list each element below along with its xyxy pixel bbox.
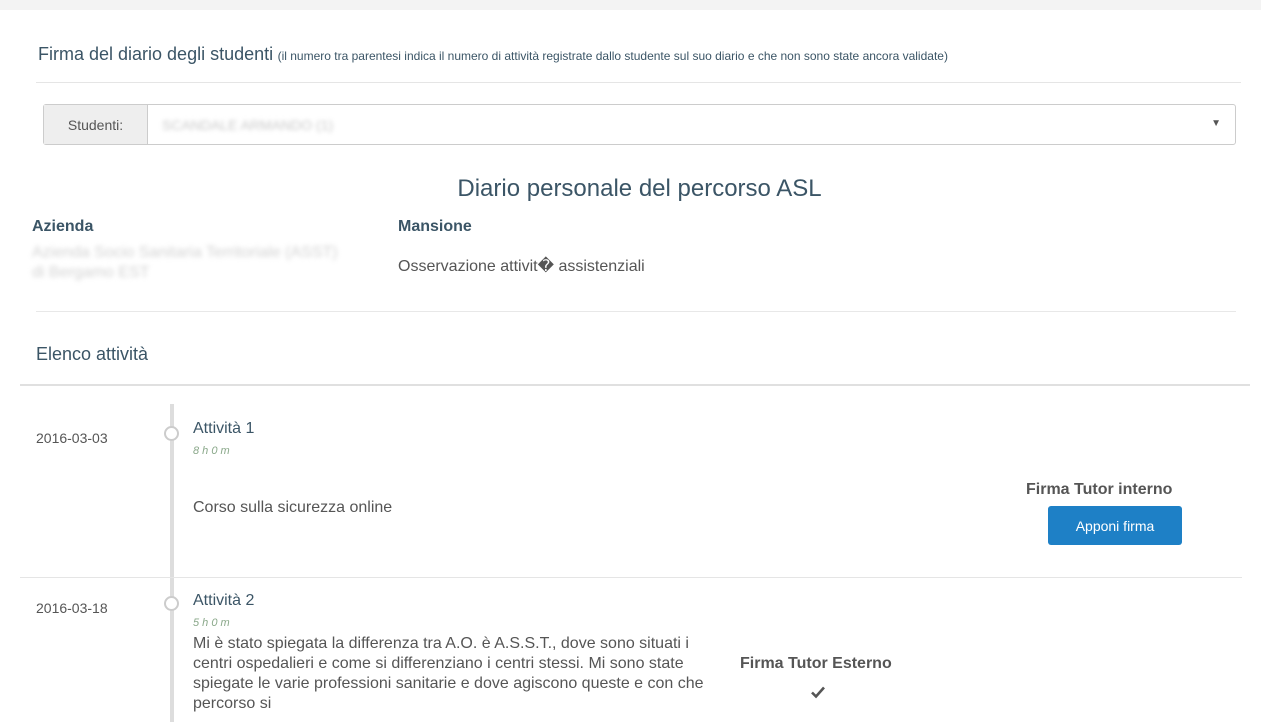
signature-label-external: Firma Tutor Esterno [740, 655, 892, 672]
student-select[interactable]: Studenti: SCANDALE ARMANDO (1) ▼ [43, 104, 1236, 145]
page-title: Firma del diario degli studenti [38, 44, 274, 64]
activity-description: Mi è stato spiegata la differenza tra A.… [193, 635, 704, 712]
activity-separator [20, 577, 1242, 578]
section-header: Firma del diario degli studenti (il nume… [38, 44, 1261, 65]
timeline-dot [164, 426, 179, 441]
signature-label-internal: Firma Tutor interno [1026, 481, 1173, 498]
mansione-label: Mansione [398, 218, 472, 235]
page-title-note: (il numero tra parentesi indica il numer… [277, 49, 948, 63]
timeline-line [170, 404, 174, 722]
diario-title: Diario personale del percorso ASL [0, 175, 1261, 203]
mansione-value: Osservazione attivit� assistenziali [398, 258, 645, 275]
divider [36, 311, 1236, 312]
activity-date: 2016-03-18 [36, 600, 108, 616]
diario-title-text: Diario personale del percorso ASL [457, 175, 822, 202]
timeline-dot [164, 596, 179, 611]
azienda-value: Azienda Socio Sanitaria Territoriale (AS… [32, 243, 352, 283]
divider [36, 82, 1241, 83]
apponi-firma-button[interactable]: Apponi firma [1048, 506, 1182, 545]
activity-title: Attività 2 [193, 592, 255, 609]
page: Firma del diario degli studenti (il nume… [0, 0, 1261, 722]
activity-duration: 8 h 0 m [193, 445, 230, 457]
azienda-label: Azienda [32, 218, 94, 235]
activities-title: Elenco attività [36, 344, 149, 364]
top-strip [0, 0, 1261, 10]
activity-duration: 5 h 0 m [193, 617, 230, 629]
azienda-value-redacted: Azienda Socio Sanitaria Territoriale (AS… [32, 244, 338, 281]
student-select-value[interactable]: SCANDALE ARMANDO (1) ▼ [148, 105, 1235, 144]
caret-down-icon[interactable]: ▼ [1211, 118, 1221, 129]
check-icon [811, 686, 825, 699]
activity-description: Corso sulla sicurezza online [193, 499, 393, 516]
divider [20, 384, 1250, 386]
activity-date: 2016-03-03 [36, 430, 108, 446]
student-select-addon: Studenti: [44, 105, 148, 144]
student-name-redacted: SCANDALE ARMANDO (1) [162, 116, 334, 133]
activity-title: Attività 1 [193, 420, 255, 437]
